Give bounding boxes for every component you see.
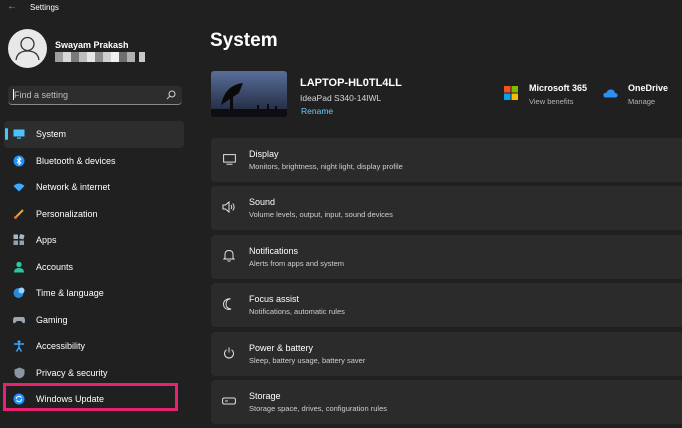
search-icon[interactable] [166,90,176,100]
sidebar-item-label: Personalization [36,208,98,219]
title-bar: ← Settings [0,0,682,16]
speaker-icon [222,200,236,214]
settings-cards-list: Display Monitors, brightness, night ligh… [211,138,682,428]
back-arrow-icon[interactable]: ← [7,1,17,12]
card-description: Storage space, drives, configuration rul… [249,403,387,413]
sidebar-item-bluetooth[interactable]: Bluetooth & devices [4,148,184,175]
onedrive-title[interactable]: OneDrive [628,83,668,93]
card-title: Power & battery [249,342,314,353]
sidebar-item-accessibility[interactable]: Accessibility [4,333,184,360]
microsoft-logo-icon[interactable] [504,86,518,100]
sidebar-item-apps[interactable]: Apps [4,227,184,254]
card-title: Sound [249,197,276,208]
storage-icon [222,394,236,408]
brush-icon [13,208,25,220]
onedrive-cloud-icon[interactable] [603,88,618,98]
device-model: IdeaPad S340-14IWL [300,93,382,103]
wifi-icon [13,181,25,193]
moon-icon [222,297,236,311]
card-title: Focus assist [249,294,300,305]
power-icon [222,346,236,360]
user-name: Swayam Prakash [55,40,129,50]
sidebar-item-personalization[interactable]: Personalization [4,201,184,228]
card-title: Storage [249,390,281,401]
display-icon [222,152,236,166]
sidebar-item-label: Accessibility [36,341,86,352]
settings-card-power-battery[interactable]: Power & battery Sleep, battery usage, ba… [211,331,682,376]
device-wallpaper-thumbnail [211,71,287,117]
sidebar-nav: System Bluetooth & devices Network & int… [4,121,184,413]
sidebar-item-gaming[interactable]: Gaming [4,307,184,334]
person-icon [13,261,25,273]
search-box[interactable] [8,86,182,105]
settings-card-storage[interactable]: Storage Storage space, drives, configura… [211,379,682,424]
sidebar-item-label: Privacy & security [36,367,108,378]
microsoft-365-view-benefits[interactable]: View benefits [529,97,573,106]
sidebar-item-label: Network & internet [36,182,111,193]
bell-icon [222,249,236,263]
sidebar-item-label: System [36,129,67,140]
microsoft-365-title[interactable]: Microsoft 365 [529,83,587,93]
monitor-icon [13,128,25,140]
onedrive-manage[interactable]: Manage [628,97,655,106]
card-description: Notifications, automatic rules [249,307,345,317]
person-avatar-icon [15,36,40,61]
shield-icon [13,367,25,379]
avatar[interactable] [8,29,47,68]
sidebar-item-label: Bluetooth & devices [36,155,116,166]
sidebar-item-time-language[interactable]: Time & language [4,280,184,307]
card-description: Alerts from apps and system [249,258,345,268]
app-title: Settings [30,3,59,12]
settings-card-notifications[interactable]: Notifications Alerts from apps and syste… [211,234,682,279]
accessibility-icon [13,340,25,353]
search-input[interactable] [14,86,162,103]
device-name: LAPTOP-HL0TL4LL [300,77,402,89]
windows-update-highlight-box [3,383,178,411]
card-description: Sleep, battery usage, battery saver [249,355,366,365]
main-content: System LAPTOP-HL0TL4LL IdeaPad S340-14IW… [194,16,682,424]
rename-link[interactable]: Rename [301,106,333,116]
sidebar-item-system[interactable]: System [4,121,184,148]
sidebar-item-network[interactable]: Network & internet [4,174,184,201]
globe-clock-icon [13,287,25,299]
page-title: System [210,30,278,51]
sidebar: Swayam Prakash System Bluetooth & device… [0,16,194,416]
card-description: Volume levels, output, input, sound devi… [249,210,393,220]
settings-card-sound[interactable]: Sound Volume levels, output, input, soun… [211,186,682,231]
sidebar-item-label: Accounts [36,261,74,272]
card-title: Display [249,149,279,159]
user-email-redacted [55,52,145,62]
settings-card-focus-assist[interactable]: Focus assist Notifications, automatic ru… [211,283,682,328]
sidebar-item-label: Gaming [36,314,68,325]
sidebar-item-label: Time & language [36,288,104,299]
gamepad-icon [13,314,25,326]
card-description: Monitors, brightness, night light, displ… [249,162,403,171]
sidebar-item-accounts[interactable]: Accounts [4,254,184,281]
settings-card-display[interactable]: Display Monitors, brightness, night ligh… [211,138,682,182]
sidebar-item-label: Apps [36,235,57,246]
card-title: Notifications [249,245,299,256]
bluetooth-icon [13,155,25,167]
apps-icon [13,234,25,246]
